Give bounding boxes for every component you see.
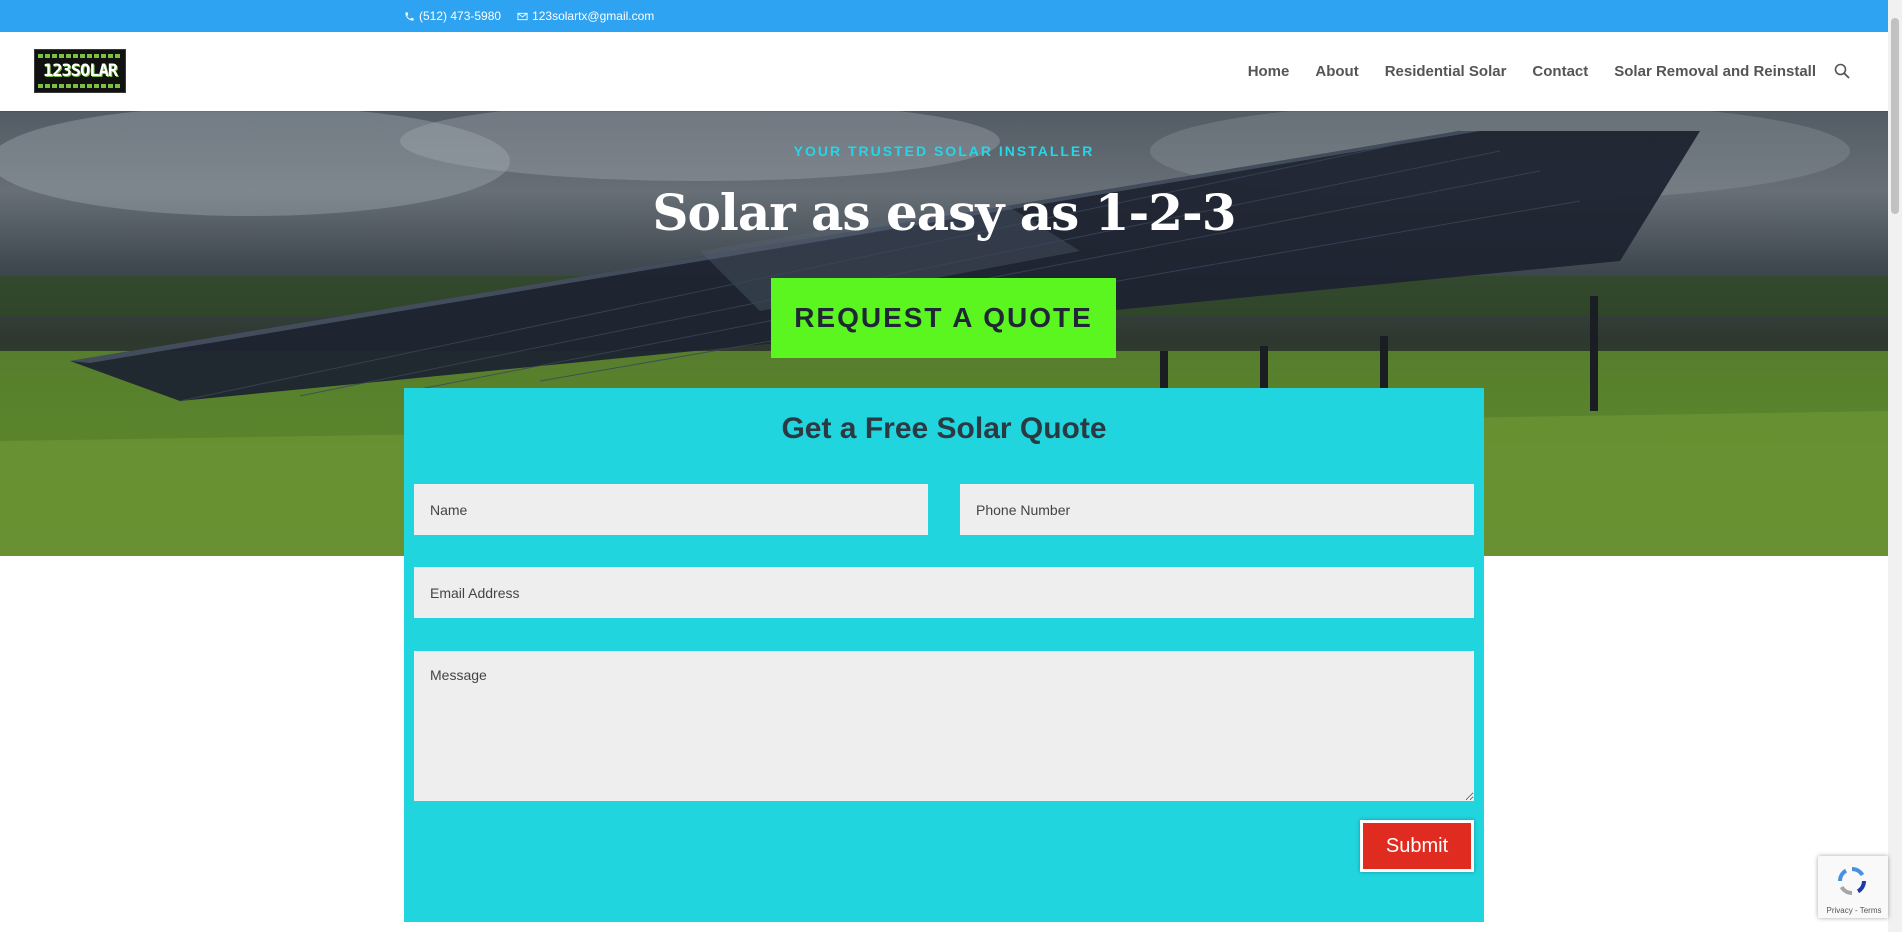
quote-form: Get a Free Solar Quote Submit [404,388,1484,922]
search-icon[interactable] [1834,63,1850,79]
phone-field[interactable] [960,484,1474,535]
email-link[interactable]: 123solartx@gmail.com [517,9,654,23]
email-field[interactable] [414,567,1474,618]
nav-item-solar-removal[interactable]: Solar Removal and Reinstall [1614,63,1816,80]
scrollbar-thumb[interactable] [1891,18,1899,214]
nav-item-home[interactable]: Home [1248,63,1290,80]
nav-item-residential-solar[interactable]: Residential Solar [1385,63,1507,80]
site-header: 123SOLAR Home About Residential Solar Co… [0,32,1888,111]
nav-item-about[interactable]: About [1315,63,1358,80]
hero-title: Solar as easy as 1-2-3 [652,183,1236,242]
phone-icon [405,11,414,21]
envelope-icon [517,12,528,20]
recaptcha-icon [1838,867,1866,895]
submit-button[interactable]: Submit [1360,820,1474,872]
name-field[interactable] [414,484,928,535]
page-scrollbar[interactable] [1888,0,1902,932]
site-logo[interactable]: 123SOLAR [34,49,126,93]
request-quote-button[interactable]: REQUEST A QUOTE [771,278,1116,358]
nav-item-contact[interactable]: Contact [1532,63,1588,80]
recaptcha-badge[interactable]: Privacy - Terms [1818,856,1888,918]
hero-kicker: YOUR TRUSTED SOLAR INSTALLER [793,143,1095,159]
logo-text: 123SOLAR [43,61,118,81]
contact-info: (512) 473-5980 123solartx@gmail.com [404,0,654,32]
email-address: 123solartx@gmail.com [532,9,655,23]
phone-link[interactable]: (512) 473-5980 [404,9,501,23]
phone-number: (512) 473-5980 [419,9,502,23]
form-title: Get a Free Solar Quote [781,412,1107,445]
recaptcha-terms[interactable]: Privacy - Terms [1822,906,1886,915]
main-nav: Home About Residential Solar Contact Sol… [1248,32,1816,111]
top-info-bar: (512) 473-5980 123solartx@gmail.com [0,0,1888,32]
message-field[interactable] [414,651,1474,801]
